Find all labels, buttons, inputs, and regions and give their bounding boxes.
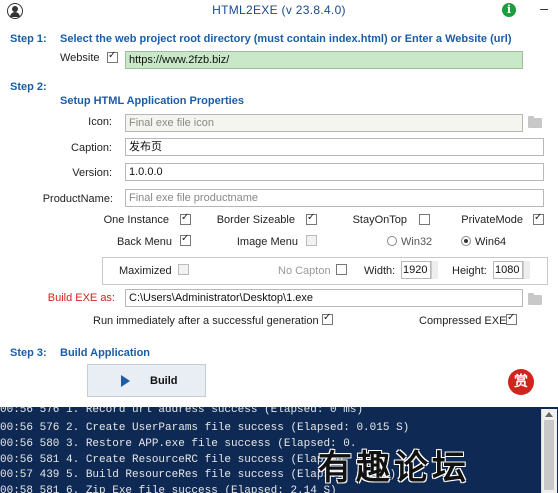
productname-label: ProductName: (42, 193, 113, 205)
build-log-console: 00:56 576 1. Record url address success … (0, 407, 558, 493)
maximized-label: Maximized (119, 265, 172, 277)
width-label: Width: (364, 265, 396, 277)
win32-radio[interactable] (387, 236, 397, 246)
icon-label: Icon: (88, 116, 112, 128)
image-menu-label: Image Menu (236, 236, 298, 248)
one-instance-checkbox[interactable] (180, 212, 191, 225)
compressed-exe-label: Compressed EXE (419, 315, 507, 327)
compressed-exe-checkbox[interactable] (506, 312, 517, 325)
caption-input[interactable]: 发布页 (125, 138, 544, 156)
log-line: 00:56 580 3. Restore APP.exe file succes… (0, 438, 357, 450)
productname-input[interactable]: Final exe file productname (125, 189, 544, 207)
no-caption-label: No Capton (278, 265, 331, 277)
border-sizeable-label: Border Sizeable (216, 214, 295, 226)
run-after-label: Run immediately after a successful gener… (93, 315, 319, 327)
maximized-checkbox[interactable] (178, 264, 189, 275)
log-line: 00:56 576 1. Record url address success … (0, 407, 364, 416)
caption-label: Caption: (71, 142, 112, 154)
scrollbar-thumb[interactable] (544, 420, 554, 490)
back-menu-checkbox[interactable] (180, 233, 191, 246)
log-line: 00:56 581 4. Create ResourceRC file succ… (0, 454, 370, 466)
build-exe-path-input[interactable]: C:\Users\Administrator\Desktop\1.exe (125, 289, 523, 307)
play-icon (121, 375, 130, 387)
website-label: Website (60, 52, 100, 64)
run-after-checkbox[interactable] (322, 312, 333, 325)
website-url-input[interactable]: https://www.2fzb.biz/ (125, 51, 523, 69)
height-spinner[interactable] (523, 261, 530, 279)
stay-on-top-checkbox[interactable] (419, 214, 430, 225)
width-spinner[interactable] (431, 261, 438, 279)
minimize-button[interactable]: – (536, 1, 552, 17)
private-mode-label: PrivateMode (461, 214, 523, 226)
step2-heading: Step 2: (10, 81, 47, 93)
folder-browse-icon[interactable] (528, 116, 542, 128)
step2-subheading: Setup HTML Application Properties (60, 95, 244, 107)
log-line: 00:58 581 6. Zip Exe file success (Elaps… (0, 485, 337, 493)
width-input[interactable]: 1920 (401, 261, 431, 279)
scroll-up-arrow-icon[interactable] (545, 412, 553, 417)
step3-description: Build Application (60, 347, 151, 359)
step1-description: Select the web project root directory (m… (60, 33, 512, 45)
height-input[interactable]: 1080 (493, 261, 523, 279)
info-icon[interactable]: i (502, 3, 516, 17)
back-menu-label: Back Menu (116, 236, 172, 248)
folder-browse-exe-icon[interactable] (528, 293, 542, 305)
border-sizeable-checkbox[interactable] (306, 212, 317, 225)
height-label: Height: (452, 265, 487, 277)
image-menu-checkbox[interactable] (306, 235, 317, 246)
version-input[interactable]: 1.0.0.0 (125, 163, 544, 181)
icon-input[interactable]: Final exe file icon (125, 114, 523, 132)
build-exe-label: Build EXE as: (47, 292, 115, 304)
watermark: 有趣论坛 (318, 448, 470, 488)
reward-icon[interactable]: 赏 (508, 369, 534, 395)
stay-on-top-label: StayOnTop (352, 214, 407, 226)
build-button[interactable] (87, 364, 206, 397)
window-title: HTML2EXE (v 23.8.4.0) (212, 3, 346, 17)
win64-radio[interactable] (461, 236, 471, 246)
website-checkbox[interactable] (107, 50, 118, 63)
step3-heading: Step 3: (10, 347, 47, 359)
no-caption-checkbox[interactable] (336, 264, 347, 275)
step1-heading: Step 1: (10, 33, 47, 45)
version-label: Version: (72, 167, 112, 179)
win32-label: Win32 (401, 236, 433, 248)
one-instance-label: One Instance (103, 214, 169, 226)
win64-label: Win64 (475, 236, 507, 248)
log-line: 00:56 576 2. Create UserParams file succ… (0, 422, 410, 434)
private-mode-checkbox[interactable] (533, 212, 544, 225)
build-button-label: Build (150, 375, 178, 387)
